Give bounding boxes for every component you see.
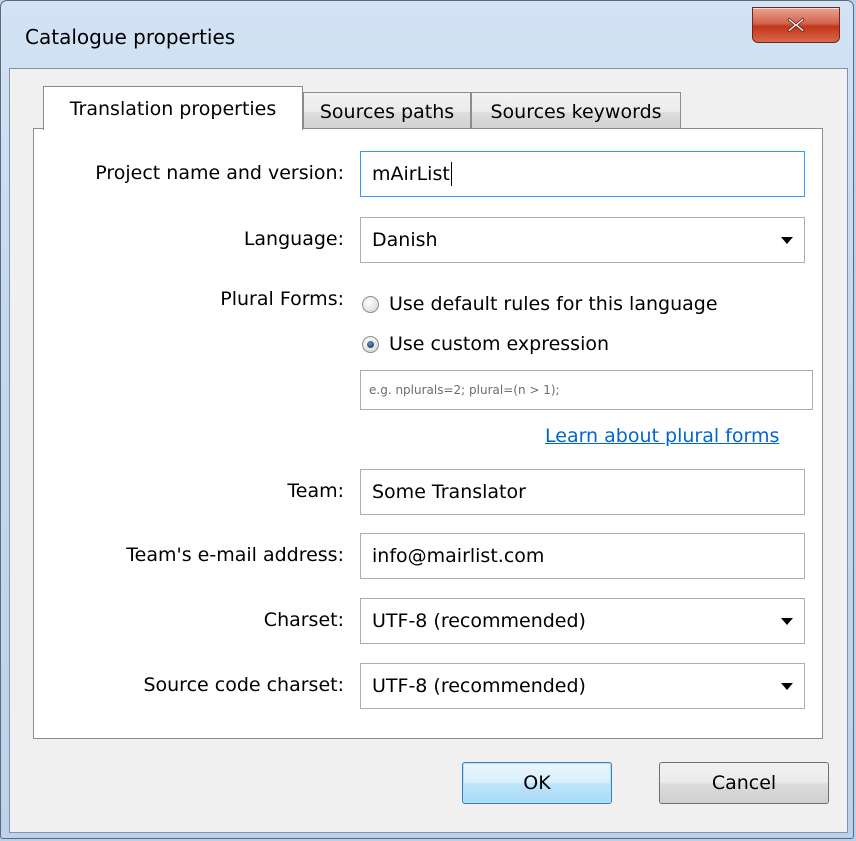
- charset-label: Charset:: [263, 609, 344, 631]
- source-charset-select[interactable]: UTF-8 (recommended): [360, 663, 805, 709]
- plural-default-label: Use default rules for this language: [389, 293, 718, 315]
- plural-default-radio[interactable]: [362, 295, 379, 313]
- plural-expression-placeholder: e.g. nplurals=2; plural=(n > 1);: [369, 383, 560, 397]
- source-charset-value: UTF-8 (recommended): [372, 675, 586, 697]
- text-caret: [450, 162, 452, 186]
- tab-sources-keywords[interactable]: Sources keywords: [471, 92, 681, 131]
- plural-custom-radio[interactable]: [362, 335, 379, 353]
- team-value: Some Translator: [372, 481, 526, 503]
- charset-value: UTF-8 (recommended): [372, 610, 586, 632]
- chevron-down-icon: [781, 618, 793, 625]
- project-name-label: Project name and version:: [95, 162, 344, 184]
- chevron-down-icon: [781, 237, 793, 244]
- tab-translation-properties[interactable]: Translation properties: [43, 86, 303, 130]
- chevron-down-icon: [781, 683, 793, 690]
- team-email-label: Team's e-mail address:: [126, 544, 344, 566]
- plural-expression-input[interactable]: e.g. nplurals=2; plural=(n > 1);: [360, 370, 813, 410]
- ok-button[interactable]: OK: [462, 762, 612, 804]
- team-email-value: info@mairlist.com: [372, 545, 545, 567]
- language-value: Danish: [372, 229, 438, 251]
- tab-sources-paths[interactable]: Sources paths: [303, 92, 471, 131]
- team-label: Team:: [287, 480, 344, 502]
- window-title: Catalogue properties: [25, 25, 236, 49]
- cancel-button[interactable]: Cancel: [659, 762, 829, 804]
- close-x-icon: [787, 17, 805, 33]
- charset-select[interactable]: UTF-8 (recommended): [360, 598, 805, 644]
- team-input[interactable]: Some Translator: [360, 469, 805, 515]
- project-name-value: mAirList: [372, 163, 450, 185]
- learn-plural-forms-link[interactable]: Learn about plural forms: [545, 425, 779, 447]
- plural-custom-label: Use custom expression: [389, 333, 610, 355]
- close-button[interactable]: [752, 7, 840, 43]
- project-name-input[interactable]: mAirList: [360, 151, 805, 197]
- team-email-input[interactable]: info@mairlist.com: [360, 533, 805, 579]
- plural-default-radio-row[interactable]: Use default rules for this language: [362, 293, 718, 315]
- language-label: Language:: [243, 228, 344, 250]
- source-charset-label: Source code charset:: [143, 674, 344, 696]
- language-select[interactable]: Danish: [360, 217, 805, 263]
- plural-forms-label: Plural Forms:: [220, 288, 344, 310]
- plural-custom-radio-row[interactable]: Use custom expression: [362, 333, 609, 355]
